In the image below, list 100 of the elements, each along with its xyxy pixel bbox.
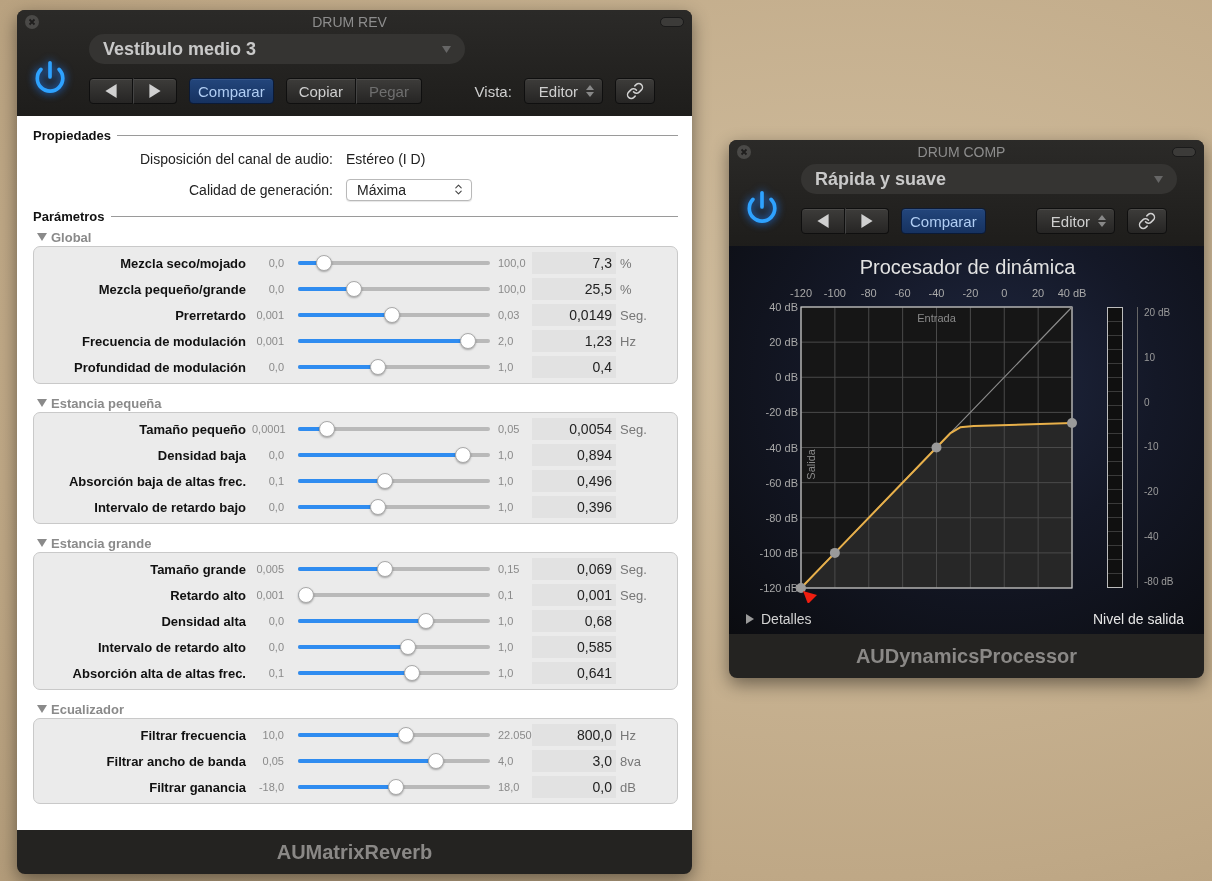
max-value: 0,1 <box>497 589 515 601</box>
slider-thumb[interactable] <box>345 281 362 297</box>
compare-button[interactable]: Comparar <box>901 208 986 234</box>
curve-handle[interactable] <box>931 442 942 453</box>
property-label: Calidad de generación: <box>188 181 333 198</box>
slider-thumb[interactable] <box>370 359 387 375</box>
max-value: 0,15 <box>497 563 521 575</box>
value-field[interactable]: 0,68 <box>532 610 616 632</box>
value-field[interactable]: 0,4 <box>532 356 616 378</box>
value-field[interactable]: 0,001 <box>532 584 616 606</box>
curve-handle[interactable] <box>796 583 806 593</box>
parameter-label: Tamaño grande <box>149 561 247 577</box>
slider[interactable] <box>298 613 490 629</box>
value-field[interactable]: 7,3 <box>532 252 616 274</box>
up-down-arrows-icon <box>1098 215 1106 227</box>
unit-label: Hz <box>619 727 637 743</box>
min-value: 0,001 <box>255 335 285 347</box>
value-field[interactable]: 0,585 <box>532 636 616 658</box>
slider[interactable] <box>298 779 490 795</box>
slider-thumb[interactable] <box>459 333 476 349</box>
x-tick-label: -100 <box>823 287 846 299</box>
min-value: 0,1 <box>267 667 285 679</box>
previous-button[interactable] <box>801 208 845 234</box>
max-value: 1,0 <box>497 667 515 679</box>
link-button[interactable] <box>1127 208 1167 234</box>
triangle-marker-icon[interactable] <box>803 591 817 603</box>
min-value: 0,0 <box>267 615 285 627</box>
parameter-label: Tamaño pequeño <box>138 421 247 437</box>
details-toggle[interactable]: Detalles <box>745 611 812 627</box>
x-tick-label: 40 dB <box>1057 287 1087 299</box>
view-popup[interactable]: Editor <box>1035 208 1115 234</box>
slider-thumb[interactable] <box>298 587 314 603</box>
slider-thumb[interactable] <box>384 307 401 323</box>
slider-thumb[interactable] <box>428 753 445 769</box>
value-field[interactable]: 0,396 <box>532 496 616 518</box>
previous-button[interactable] <box>89 78 133 104</box>
slider[interactable] <box>298 753 490 769</box>
slider[interactable] <box>298 727 490 743</box>
next-button[interactable] <box>845 208 889 234</box>
caret-down-icon <box>442 44 451 54</box>
min-value: 10,0 <box>261 729 285 741</box>
value-field[interactable]: 0,894 <box>532 444 616 466</box>
value-field[interactable]: 0,641 <box>532 662 616 684</box>
slider-thumb[interactable] <box>387 779 404 795</box>
value-field[interactable]: 0,069 <box>532 558 616 580</box>
value-field[interactable]: 3,0 <box>532 750 616 772</box>
value-field[interactable]: 800,0 <box>532 724 616 746</box>
value-field[interactable]: 0,0054 <box>532 418 616 440</box>
slider[interactable] <box>298 255 490 271</box>
slider[interactable] <box>298 639 490 655</box>
quality-select[interactable]: Máxima <box>346 178 472 201</box>
slider-thumb[interactable] <box>319 421 336 437</box>
slider[interactable] <box>298 473 490 489</box>
x-tick-label: -120 <box>790 287 812 299</box>
slider[interactable] <box>298 587 490 603</box>
slider-thumb[interactable] <box>403 665 420 681</box>
value-field[interactable]: 0,0149 <box>532 304 616 326</box>
next-button[interactable] <box>133 78 177 104</box>
meter-scale-label: -40 <box>1144 531 1160 544</box>
slider[interactable] <box>298 359 490 375</box>
arrow-right-icon <box>745 614 755 624</box>
close-icon[interactable] <box>25 15 39 29</box>
slider-thumb[interactable] <box>400 639 417 655</box>
value-field[interactable]: 0,496 <box>532 470 616 492</box>
meter-scale-label: -20 <box>1144 486 1160 499</box>
value-field[interactable]: 25,5 <box>532 278 616 300</box>
slider[interactable] <box>298 307 490 323</box>
slider[interactable] <box>298 333 490 349</box>
slider[interactable] <box>298 447 490 463</box>
slider[interactable] <box>298 499 490 515</box>
group-toggle[interactable]: Estancia grande <box>33 534 678 552</box>
value-field[interactable]: 0,0 <box>532 776 616 798</box>
y-tick-label: -100 dB <box>759 546 798 559</box>
max-value: 2,0 <box>497 335 515 347</box>
parameter-label: Frecuencia de modulación <box>81 333 247 349</box>
slider-thumb[interactable] <box>377 473 394 489</box>
slider[interactable] <box>298 281 490 297</box>
slider-thumb[interactable] <box>315 255 332 271</box>
slider-thumb[interactable] <box>417 613 434 629</box>
compare-button[interactable]: Comparar <box>189 78 274 104</box>
view-popup[interactable]: Editor <box>523 78 603 104</box>
preset-dropdown[interactable]: Vestíbulo medio 3 <box>89 34 465 64</box>
preset-dropdown[interactable]: Rápida y suave <box>801 164 1177 194</box>
link-button[interactable] <box>615 78 655 104</box>
y-tick-label: -20 dB <box>765 406 798 419</box>
slider-thumb[interactable] <box>370 499 387 515</box>
curve-handle[interactable] <box>1067 417 1077 428</box>
slider[interactable] <box>298 561 490 577</box>
copy-button[interactable]: Copiar <box>285 78 356 104</box>
close-icon[interactable] <box>737 145 751 159</box>
value-field[interactable]: 1,23 <box>532 330 616 352</box>
slider-thumb[interactable] <box>377 561 394 577</box>
slider[interactable] <box>298 665 490 681</box>
slider-thumb[interactable] <box>398 727 415 743</box>
caret-down-icon <box>37 232 47 242</box>
slider[interactable] <box>298 421 490 437</box>
curve-handle[interactable] <box>829 547 840 558</box>
slider-thumb[interactable] <box>454 447 471 463</box>
max-value: 18,0 <box>497 781 521 793</box>
parameter-label: Intervalo de retardo bajo <box>93 499 247 515</box>
